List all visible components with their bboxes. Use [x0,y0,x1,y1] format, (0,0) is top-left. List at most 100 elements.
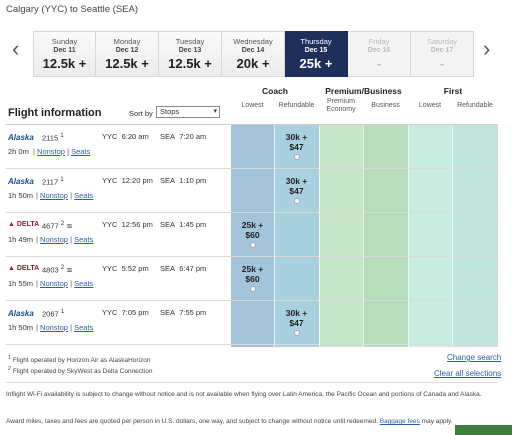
date-date: Dec 12 [115,47,139,54]
date-dow: Thursday [300,37,332,46]
date-option[interactable]: Tuesday Dec 13 12.5k + [159,31,222,77]
seats-link[interactable]: Seats [74,279,93,288]
flight-duration: 1h 50m [8,191,34,200]
fare-radio[interactable] [249,242,256,248]
date-date: Dec 14 [241,47,265,54]
column-divider [408,125,409,347]
column-divider [274,125,275,347]
date-price: 25k + [299,56,333,71]
flight-row: Alaska 2067 1 YYC 7:05 pm SEA 7:55 pm 1h 50m… [6,301,498,345]
departure: YYC 6:20 am [102,132,149,141]
airline-logo: ▲ DELTA [8,265,40,272]
fare-option[interactable]: 25k + $60 [231,264,274,292]
first-refundable-header: Refundable [457,102,493,109]
date-option[interactable]: Sunday Dec 11 12.5k + [33,31,96,77]
wifi-disclaimer: Inflight Wi-Fi availability is subject t… [6,391,482,398]
seats-link[interactable]: Seats [74,191,93,200]
fare-fee: $47 [289,142,304,152]
flight-number: 2115 1 [42,132,64,143]
flight-row: ▲ DELTA 4677 2 ≋ YYC 12:56 pm SEA 1:45 pm 1h… [6,213,498,257]
baggage-fees-link[interactable]: Baggage fees [380,418,420,425]
column-divider [319,125,320,347]
flight-number: 2117 1 [42,176,64,187]
footnote-2: 2 Flight operated by SkyWest as Delta Co… [8,366,153,376]
change-search-link[interactable]: Change search [447,353,501,362]
coach-lowest-header: Lowest [241,102,264,109]
fare-radio[interactable] [293,330,300,336]
date-price: 12.5k + [105,56,149,71]
fare-option[interactable]: 30k + $47 [275,308,318,336]
coach-refundable-header: Refundable [278,102,315,109]
premium-economy-header: Premium Economy [326,98,356,113]
fare-miles: 30k + [285,176,308,186]
arrival: SEA 6:47 pm [160,264,207,273]
date-date: Dec 17 [430,47,454,54]
date-option: Saturday Dec 17 - [411,31,474,77]
fare-option[interactable]: 30k + $47 [275,132,318,160]
fare-radio[interactable] [249,286,256,292]
sort-select[interactable]: Stops ▾ [156,106,220,118]
nonstop-link[interactable]: Nonstop [37,147,65,156]
flight-duration: 1h 50m [8,323,34,332]
flight-row: ▲ DELTA 4803 2 ≋ YYC 5:52 pm SEA 6:47 pm 1h … [6,257,498,301]
date-option[interactable]: Wednesday Dec 14 20k + [222,31,285,77]
airline-logo: ▲ DELTA [8,221,40,228]
airline-logo: Alaska [8,133,34,142]
clear-selections-link[interactable]: Clear all selections [434,369,501,378]
date-dow: Monday [113,37,141,46]
nonstop-link[interactable]: Nonstop [40,279,68,288]
airline-logo: Alaska [8,177,34,186]
flight-information-title: Flight information [8,107,102,119]
seats-link[interactable]: Seats [74,323,93,332]
business-header: Business [371,102,400,109]
date-price: - [376,56,382,71]
nonstop-link[interactable]: Nonstop [40,191,68,200]
fees-disclaimer: Award miles, taxes and fees are quoted p… [6,418,453,425]
date-option[interactable]: Thursday Dec 15 25k + [285,31,348,77]
fare-fee: $60 [245,230,260,240]
fare-radio[interactable] [293,198,300,204]
flight-row: Alaska 2115 1 YYC 6:20 am SEA 7:20 am 2h 0m |… [6,125,498,169]
flight-number: 2067 1 [42,308,65,319]
nonstop-link[interactable]: Nonstop [40,323,68,332]
cabin-coach-header: Coach [262,86,288,96]
flight-number: 4803 2 ≋ [42,264,73,275]
fare-miles: 25k + [241,264,264,274]
arrival: SEA 1:10 pm [160,176,207,185]
nonstop-link[interactable]: Nonstop [40,235,68,244]
date-price: 20k + [236,56,270,71]
first-lowest-header: Lowest [418,102,442,109]
footnote-1: 1 Flight operated by Horizon Air as Alas… [8,355,151,365]
fare-radio[interactable] [293,154,300,160]
seats-link[interactable]: Seats [74,235,93,244]
cabin-first-header: First [443,86,463,96]
date-option: Friday Dec 16 - [348,31,411,77]
arrival: SEA 7:55 pm [160,308,207,317]
date-dow: Friday [368,37,390,46]
prev-dates-arrow-icon[interactable]: ‹ [12,38,19,60]
flight-row: Alaska 2117 1 YYC 12:20 pm SEA 1:10 pm 1h 50… [6,169,498,213]
flight-duration: 1h 55m [8,279,34,288]
fare-miles: 30k + [285,132,308,142]
sort-select-value: Stops [160,107,180,116]
chevron-down-icon: ▾ [213,108,217,115]
fare-miles: 25k + [241,220,264,230]
date-dow: Saturday [426,37,458,46]
sort-by-label: Sort by [129,109,153,118]
departure: YYC 5:52 pm [102,264,149,273]
next-dates-arrow-icon[interactable]: › [483,38,490,60]
date-dow: Tuesday [175,37,205,46]
continue-button[interactable] [455,425,512,435]
flight-duration: 2h 0m [8,147,29,156]
fare-option[interactable]: 30k + $47 [275,176,318,204]
cabin-premium-header: Premium/Business [325,86,402,96]
fare-option[interactable]: 25k + $60 [231,220,274,248]
date-date: Dec 15 [304,47,328,54]
date-price: 12.5k + [168,56,212,71]
seats-link[interactable]: Seats [71,147,90,156]
date-option[interactable]: Monday Dec 12 12.5k + [96,31,159,77]
fare-fee: $47 [289,186,304,196]
date-strip: Sunday Dec 11 12.5k + Monday Dec 12 12.5k + Tu… [33,31,474,77]
departure: YYC 12:20 pm [102,176,153,185]
wifi-icon: ≋ [66,221,73,231]
